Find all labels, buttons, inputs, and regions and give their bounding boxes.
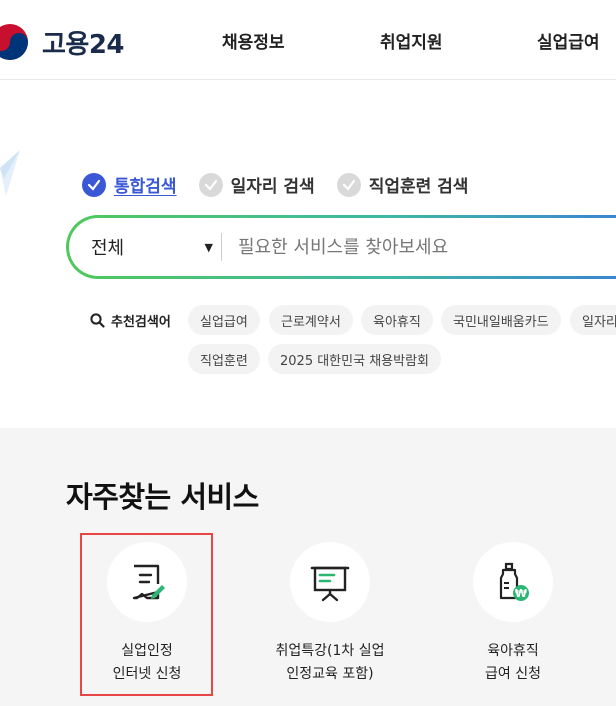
nav-unemployment-benefit[interactable]: 실업급여 — [537, 28, 600, 53]
section-title: 자주찾는 서비스 — [66, 480, 259, 514]
tab-label: 일자리 검색 — [230, 177, 315, 197]
nav-employment-support[interactable]: 취업지원 — [380, 28, 443, 53]
keyword-chip[interactable]: 근로계약서 — [269, 305, 353, 335]
selection-highlight-box — [80, 533, 213, 696]
service-name-line1: 육아휴직 — [487, 643, 539, 659]
caret-down-icon: ▼ — [204, 240, 213, 254]
service-name-line2: 급여 신청 — [485, 666, 541, 682]
keyword-chip[interactable]: 2025 대한민국 채용박람회 — [268, 344, 441, 374]
taegeuk-logo-icon — [0, 20, 34, 64]
svg-text:₩: ₩ — [515, 587, 527, 600]
service-parental-leave[interactable]: ₩ 육아휴직 급여 신청 — [448, 542, 578, 686]
divider — [221, 233, 222, 261]
service-name-line1: 취업특강(1차 실업 — [275, 643, 385, 659]
keyword-chip[interactable]: 국민내일배움카드 — [441, 305, 561, 335]
keyword-chip[interactable]: 실업급여 — [188, 305, 260, 335]
recommended-keywords-label: 추천검색어 — [90, 311, 171, 330]
check-icon — [336, 172, 361, 197]
frequent-services-section: 자주찾는 서비스 실업인정 인터넷 신청 취업특강(1차 실업 인정교육 포함)… — [0, 428, 616, 706]
tab-label: 통합검색 — [114, 177, 177, 197]
tab-training-search[interactable]: 직업훈련 검색 — [336, 172, 469, 197]
site-header: 고용24 채용정보 취업지원 실업급여 — [0, 0, 616, 80]
service-employment-lecture[interactable]: 취업특강(1차 실업 인정교육 포함) — [265, 542, 395, 686]
check-icon — [198, 172, 223, 197]
logo-text: 고용24 — [42, 29, 125, 60]
presentation-board-icon — [310, 566, 350, 602]
search-tabs: 통합검색 일자리 검색 직업훈련 검색 — [82, 172, 490, 197]
search-box: 전체 ▼ — [66, 215, 616, 279]
tab-job-search[interactable]: 일자리 검색 — [198, 172, 315, 197]
search-input[interactable] — [238, 236, 616, 258]
service-name-line2: 인정교육 포함) — [286, 666, 374, 682]
keyword-chip[interactable]: 직업훈련 — [188, 344, 260, 374]
nav-job-info[interactable]: 채용정보 — [222, 28, 285, 53]
category-select-value: 전체 — [91, 238, 125, 259]
tab-integrated-search[interactable]: 통합검색 — [82, 172, 177, 197]
logo-link[interactable]: 고용24 — [0, 20, 125, 64]
check-icon — [82, 172, 106, 197]
tab-label: 직업훈련 검색 — [368, 177, 469, 197]
paper-plane-decoration-icon — [0, 150, 20, 196]
category-select[interactable]: 전체 ▼ — [69, 234, 219, 260]
keyword-chip[interactable]: 육아휴직 — [361, 305, 433, 335]
keyword-chip[interactable]: 일자리 — [570, 305, 616, 335]
baby-bottle-won-icon: ₩ — [499, 562, 529, 601]
search-icon — [90, 313, 105, 328]
